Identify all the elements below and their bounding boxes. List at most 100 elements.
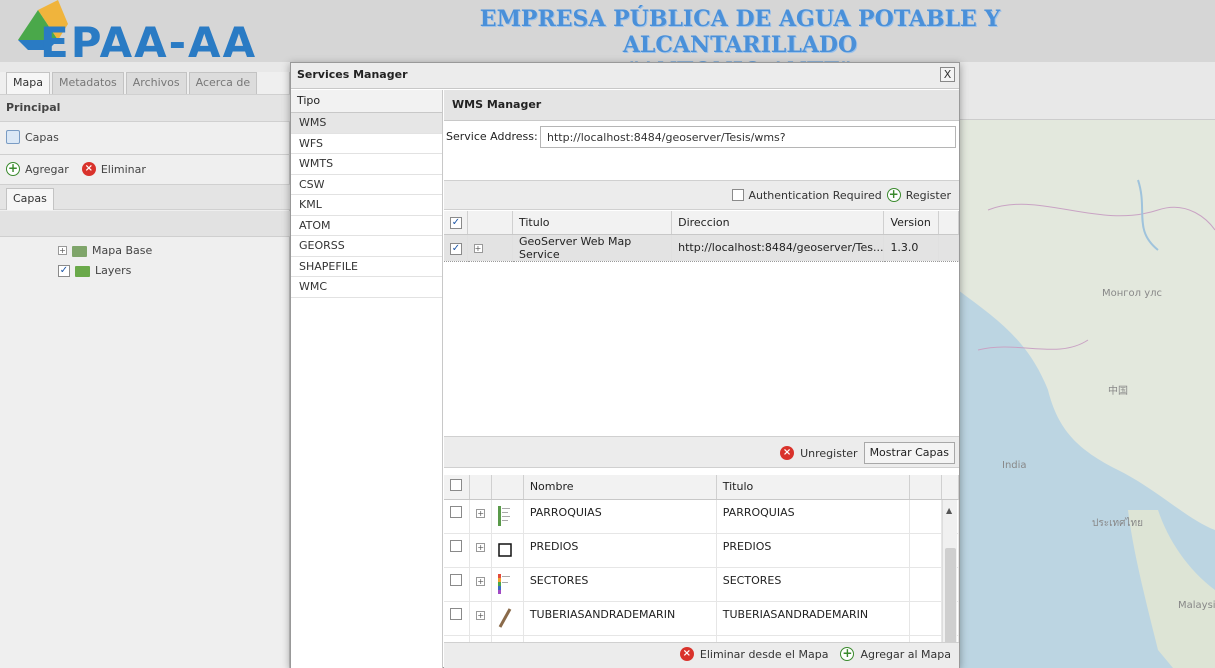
legend-sectores-icon — [497, 573, 510, 594]
expand-icon[interactable]: + — [473, 244, 483, 253]
row-checkbox[interactable] — [450, 539, 462, 552]
layers-table-header: Nombre Titulo — [444, 475, 960, 500]
service-version: 1.3.0 — [883, 234, 939, 262]
register-button[interactable]: Register — [906, 189, 951, 202]
add-to-map-icon: + — [840, 646, 855, 661]
scroll-up-icon[interactable]: ▲ — [946, 506, 952, 515]
table-row[interactable]: + PREDIOS PREDIOS — [444, 533, 960, 568]
type-item-shapefile[interactable]: SHAPEFILE — [291, 257, 442, 277]
table-row[interactable]: + PARROQUIAS PARROQUIAS — [444, 499, 960, 534]
layer-title: TUBERIASANDRADEMARIN — [716, 601, 910, 636]
row-checkbox[interactable] — [450, 505, 462, 518]
select-all-layers-checkbox[interactable] — [450, 479, 462, 492]
type-item-wmc[interactable]: WMC — [291, 277, 442, 298]
type-item-csw[interactable]: CSW — [291, 175, 442, 195]
scrollbar-thumb[interactable] — [945, 548, 956, 656]
type-item-kml[interactable]: KML — [291, 195, 442, 216]
type-item-wfs[interactable]: WFS — [291, 134, 442, 154]
service-title: GeoServer Web Map Service — [512, 234, 673, 262]
tab-archivos[interactable]: Archivos — [125, 72, 187, 94]
map-background — [958, 90, 1215, 668]
capas-tab-strip: Capas — [0, 184, 290, 210]
col-nombre[interactable]: Nombre — [523, 475, 717, 500]
remove-from-map-button[interactable]: Eliminar desde el Mapa — [700, 648, 829, 661]
add-to-map-button[interactable]: Agregar al Mapa — [860, 648, 951, 661]
col-titulo[interactable]: Titulo — [716, 475, 910, 500]
remove-layer-button[interactable]: Eliminar — [101, 163, 146, 176]
col-direccion[interactable]: Direccion — [671, 211, 885, 235]
tree-toolbar — [0, 211, 290, 237]
service-address-input[interactable] — [540, 126, 956, 148]
show-layers-button[interactable]: Mostrar Capas — [863, 442, 955, 464]
table-row[interactable]: ✓ + GeoServer Web Map Service http://loc… — [444, 234, 960, 262]
add-layer-button[interactable]: Agregar — [25, 163, 69, 176]
register-icon: + — [886, 187, 901, 202]
row-checkbox[interactable]: ✓ — [450, 242, 462, 255]
left-panel: Mapa Metadatos Archivos Acerca de Princi… — [0, 72, 290, 668]
map-label-mongolia: Монгол улс — [1102, 288, 1163, 299]
row-checkbox[interactable] — [450, 573, 462, 586]
wms-manager-panel: WMS Manager Service Address: Authenticat… — [444, 90, 960, 668]
services-table: ✓ Titulo Direccion Version ✓ + GeoServer… — [444, 211, 960, 262]
close-icon: X — [943, 68, 952, 81]
remove-icon: × — [81, 162, 96, 176]
folder-icon — [75, 266, 90, 277]
expand-icon[interactable]: + — [476, 542, 486, 552]
expand-icon[interactable]: + — [476, 576, 486, 586]
table-row[interactable]: + SECTORES SECTORES — [444, 567, 960, 602]
principal-section-title: Principal — [0, 94, 290, 122]
layer-name: PREDIOS — [523, 533, 717, 568]
col-titulo[interactable]: Titulo — [512, 211, 673, 235]
tab-metadatos[interactable]: Metadatos — [51, 72, 124, 94]
expand-icon[interactable]: + — [476, 508, 486, 518]
auth-required-checkbox[interactable] — [731, 189, 744, 201]
auth-required-label: Authentication Required — [748, 188, 882, 202]
tab-capas[interactable]: Capas — [6, 188, 54, 210]
map-label-china: 中国 — [1108, 386, 1128, 397]
col-version[interactable]: Version — [883, 211, 939, 235]
tree-node-layers[interactable]: ✓ Layers — [58, 264, 131, 277]
divider — [0, 154, 290, 155]
tree-node-mapa-base[interactable]: + Mapa Base — [58, 244, 152, 257]
layer-title: SECTORES — [716, 567, 910, 602]
layer-toolbar: + Agregar × Eliminar — [6, 162, 146, 176]
services-table-header: ✓ Titulo Direccion Version — [444, 211, 960, 235]
remove-from-map-icon: × — [679, 647, 694, 661]
app-header: EPAA-AA EMPRESA PÚBLICA DE AGUA POTABLE … — [0, 0, 1215, 84]
app-title-line1: EMPRESA PÚBLICA DE AGUA POTABLE Y ALCANT… — [479, 6, 1001, 58]
legend-predios-icon — [497, 542, 512, 557]
select-all-services-checkbox[interactable]: ✓ — [450, 217, 462, 230]
type-item-atom[interactable]: ATOM — [291, 216, 442, 236]
close-button[interactable]: X — [940, 67, 955, 82]
legend-tuberias-icon — [498, 607, 511, 628]
map-view[interactable]: Монгол улс 中国 India ประเทศไทย Malaysia — [958, 90, 1215, 668]
service-address-label: Service Address: — [446, 130, 538, 143]
layers-checkbox[interactable]: ✓ — [58, 264, 70, 277]
row-checkbox[interactable] — [450, 607, 462, 620]
folder-icon — [72, 246, 87, 257]
type-item-wms[interactable]: WMS — [291, 113, 442, 134]
expand-icon[interactable]: + — [58, 246, 67, 255]
map-label-india: India — [1002, 460, 1027, 471]
tab-acerca-de[interactable]: Acerca de — [188, 72, 258, 94]
tab-mapa[interactable]: Mapa — [6, 72, 50, 94]
expand-icon[interactable]: + — [476, 610, 486, 620]
type-item-wmts[interactable]: WMTS — [291, 154, 442, 175]
map-label-malaysia: Malaysia — [1178, 600, 1215, 611]
types-header: Tipo — [291, 90, 442, 113]
wms-manager-title: WMS Manager — [444, 90, 959, 121]
layer-actions-toolbar: × Eliminar desde el Mapa + Agregar al Ma… — [444, 642, 959, 668]
capas-link[interactable]: Capas — [6, 130, 59, 144]
layer-title: PARROQUIAS — [716, 499, 910, 534]
layer-title: PREDIOS — [716, 533, 910, 568]
capas-link-label: Capas — [25, 130, 59, 144]
layer-name: PARROQUIAS — [523, 499, 717, 534]
layer-name: SECTORES — [523, 567, 717, 602]
type-item-georss[interactable]: GEORSS — [291, 236, 442, 257]
legend-parroquias-icon — [497, 505, 510, 526]
services-manager-dialog: Services Manager X Tipo WMS WFS WMTS CSW… — [290, 62, 960, 668]
unregister-button[interactable]: Unregister — [800, 447, 857, 460]
table-row[interactable]: + TUBERIASANDRADEMARIN TUBERIASANDRADEMA… — [444, 601, 960, 636]
add-icon: + — [6, 161, 20, 176]
auth-toolbar: Authentication Required + Register — [444, 180, 959, 210]
